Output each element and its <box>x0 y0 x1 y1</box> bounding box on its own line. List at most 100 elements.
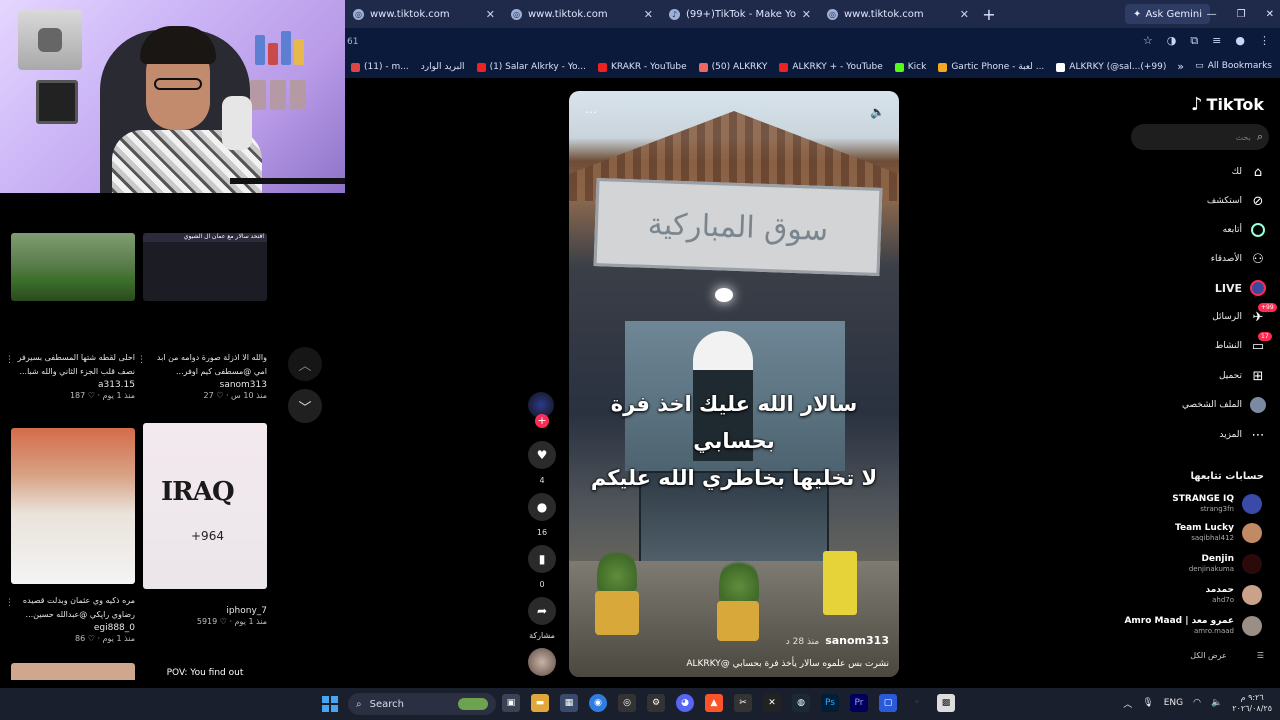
video-card[interactable]: IRAQ +964 iphony_7 منذ 1 يوم · ♡ 5919 <box>143 423 267 626</box>
previous-video-button[interactable]: ︿ <box>288 347 322 381</box>
browser-tab[interactable]: ◎ www.tiktok.com ✕ <box>819 0 977 28</box>
video-thumbnail[interactable] <box>11 663 135 680</box>
address-input[interactable]: 61 <box>347 37 1107 47</box>
video-thumbnail[interactable] <box>11 428 135 584</box>
video-thumbnail[interactable]: POV: You find out <box>143 663 267 680</box>
followed-account[interactable]: Amro Maad | عمرو معد amro.maad <box>1102 616 1262 640</box>
nav-profile[interactable]: الملف الشخصي <box>1182 397 1266 413</box>
like-button[interactable]: ♥ <box>528 441 556 469</box>
nav-following[interactable]: أتابعه <box>1223 222 1266 238</box>
more-dots-icon[interactable]: ⋮ <box>137 355 146 365</box>
bookmark[interactable]: ALKRKY + - YouTube <box>773 62 888 72</box>
tiktok-logo[interactable]: ♪ TikTok <box>1191 94 1264 115</box>
clock[interactable]: ٩:٢٦ م ٢٠٢٦/٠٨/٢٥ <box>1232 692 1272 714</box>
all-bookmarks-button[interactable]: ▭ All Bookmarks <box>1195 61 1272 71</box>
app-icon[interactable]: ▢ <box>879 694 897 712</box>
nav-upload[interactable]: ⊞ تحميل <box>1219 368 1266 384</box>
browser-tab-active[interactable]: ♪ (99+)TikTok - Make Your Day ✕ <box>661 0 819 28</box>
video-thumbnail[interactable]: IRAQ +964 <box>143 423 267 589</box>
followed-account[interactable]: STRANGE IQ strang3fn <box>1102 494 1262 518</box>
video-username[interactable]: sanom313 <box>143 380 267 390</box>
video-thumbnail[interactable]: اقتحد سالار مع عمان ال الشيوي <box>143 233 267 301</box>
volume-icon[interactable]: 🔈 <box>1211 698 1222 708</box>
music-disc[interactable] <box>528 648 556 676</box>
capcut-icon[interactable]: ✕ <box>763 694 781 712</box>
nav-messages[interactable]: ✈ 99+ الرسائل <box>1212 303 1277 325</box>
creator-username[interactable]: sanom313 <box>825 634 889 647</box>
bookmark[interactable]: Kick <box>889 62 933 72</box>
nav-activity[interactable]: ▭ 17 النشاط <box>1215 332 1272 354</box>
share-button[interactable]: ➦ <box>528 597 556 625</box>
bookmark[interactable]: (50) ALKRKY <box>693 62 774 72</box>
video-username[interactable]: iphony_7 <box>143 606 267 616</box>
search-input[interactable]: بحث ⌕ <box>1131 124 1269 150</box>
close-icon[interactable]: ✕ <box>486 8 495 21</box>
file-explorer-icon[interactable]: ▬ <box>531 694 549 712</box>
brave-icon[interactable]: ▲ <box>705 694 723 712</box>
followed-account[interactable]: Team Lucky saqibhal412 <box>1102 523 1262 547</box>
video-card[interactable]: اقتحد سالار مع عمان ال الشيوي ⋮ والله ال… <box>137 233 267 400</box>
more-dots-icon[interactable]: ⋮ <box>5 355 14 365</box>
ask-gemini-button[interactable]: ✦ Ask Gemini <box>1125 4 1210 24</box>
windows-start-icon[interactable] <box>322 696 338 712</box>
video-username[interactable]: egi888_0 <box>11 623 135 633</box>
profile-avatar-icon[interactable]: ● <box>1235 34 1245 48</box>
minecraft-icon[interactable]: ▩ <box>937 694 955 712</box>
video-player[interactable]: سوق المباركية ⋯ 🔈 سالار الله عليك اخذ فر… <box>569 91 899 677</box>
menu-icon[interactable]: ⋮ <box>1259 34 1270 48</box>
more-dots-icon[interactable]: ⋮ <box>5 598 14 608</box>
snipping-icon[interactable]: ✂ <box>734 694 752 712</box>
restore-icon[interactable]: ❐ <box>1237 9 1246 20</box>
nav-explore[interactable]: ⊘ استكشف <box>1207 193 1266 209</box>
bookmark[interactable]: KRAKR - YouTube <box>592 62 693 72</box>
discord-icon[interactable]: ◕ <box>676 694 694 712</box>
close-icon[interactable]: ✕ <box>644 8 653 21</box>
premiere-icon[interactable]: Pr <box>850 694 868 712</box>
new-tab-button[interactable]: + <box>977 5 1001 24</box>
nav-friends[interactable]: ⚇ الأصدقاء <box>1211 251 1266 267</box>
chrome-icon[interactable]: ◉ <box>589 694 607 712</box>
video-card[interactable]: ⋮ مره ذكيه وي عثمان وبدلت قصيده رضاوي را… <box>5 428 135 643</box>
bookmark[interactable]: ALKRKY (@sal...(+99) <box>1050 62 1172 72</box>
followed-account[interactable]: حمدمد ahd7o <box>1102 585 1262 609</box>
see-all-link[interactable]: عرض الكل ☰ <box>1190 651 1264 660</box>
app-icon[interactable]: ◦ <box>908 694 926 712</box>
nav-for-you[interactable]: ⌂ لك <box>1232 164 1266 180</box>
store-icon[interactable]: ▦ <box>560 694 578 712</box>
steam-icon[interactable]: ◍ <box>792 694 810 712</box>
obs-icon[interactable]: ◎ <box>618 694 636 712</box>
chevron-double-right-icon[interactable]: » <box>1177 60 1184 73</box>
close-icon[interactable]: ✕ <box>802 8 811 21</box>
media-icon[interactable]: ≡ <box>1212 34 1221 48</box>
chevron-up-icon[interactable]: ︿ <box>1123 697 1132 710</box>
nav-live[interactable]: LIVE <box>1215 280 1266 296</box>
volume-icon[interactable]: 🔈 <box>870 105 885 119</box>
browser-tab[interactable]: ◎ www.tiktok.com ✕ <box>345 0 503 28</box>
bookmark[interactable]: Gartic Phone - لعبة ... <box>932 62 1050 72</box>
photoshop-icon[interactable]: Ps <box>821 694 839 712</box>
followed-account[interactable]: Denjin denjinakuma <box>1102 554 1262 578</box>
browser-tab[interactable]: ◎ www.tiktok.com ✕ <box>503 0 661 28</box>
video-card[interactable]: ⋮ احلى لقطه شتها المسطفى بسيرفر نصف قلب … <box>5 233 135 400</box>
bookmark[interactable]: (11) - m... <box>345 62 415 72</box>
video-card[interactable]: POV: You find out <box>143 663 267 680</box>
wifi-icon[interactable]: ◠ <box>1193 698 1201 708</box>
follow-plus-icon[interactable]: + <box>535 414 549 428</box>
language-indicator[interactable]: ENG <box>1164 698 1183 708</box>
extension-icon[interactable]: ◑ <box>1167 34 1177 48</box>
bookmark[interactable]: (1) Salar Alkrky - Yo... <box>471 62 592 72</box>
video-thumbnail[interactable] <box>11 233 135 301</box>
puzzle-icon[interactable]: ⧉ <box>1190 34 1198 48</box>
nav-more[interactable]: ⋯ المزيد <box>1219 427 1266 443</box>
mic-icon[interactable]: 🎙 <box>1142 698 1153 708</box>
save-button[interactable]: ▮ <box>528 545 556 573</box>
close-icon[interactable]: ✕ <box>960 8 969 21</box>
minimize-icon[interactable]: — <box>1207 9 1217 20</box>
bookmark[interactable]: البريد الوارد <box>415 62 471 72</box>
video-username[interactable]: a313.15 <box>11 380 135 390</box>
close-window-icon[interactable]: ✕ <box>1266 9 1274 20</box>
more-dots-icon[interactable]: ⋯ <box>585 105 597 119</box>
settings-gear-icon[interactable]: ⚙ <box>647 694 665 712</box>
task-view-icon[interactable]: ▣ <box>502 694 520 712</box>
next-video-button[interactable]: ﹀ <box>288 389 322 423</box>
